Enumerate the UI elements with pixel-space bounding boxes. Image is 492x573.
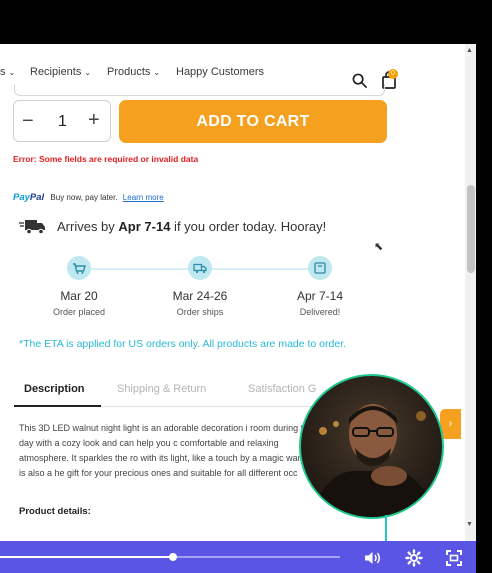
eta-note: *The ETA is applied for US orders only. … — [19, 338, 347, 350]
webcam-overlay — [299, 374, 444, 519]
truck-icon — [193, 263, 207, 274]
qty-value[interactable]: 1 — [58, 113, 67, 131]
progress-thumb[interactable] — [169, 553, 178, 561]
product-tabs: Description Shipping & Return Satisfacti… — [14, 383, 334, 407]
box-icon — [314, 262, 326, 274]
timeline-step-ships — [188, 256, 212, 280]
webcam-accent-line — [385, 515, 387, 541]
add-to-cart-button[interactable]: ADD TO CART — [119, 100, 387, 143]
previous-field-edge — [14, 84, 385, 96]
fullscreen-icon[interactable] — [444, 548, 464, 568]
arrival-estimate: Arrives by Apr 7-14 if you order today. … — [57, 219, 327, 234]
product-description: This 3D LED walnut night light is an ado… — [19, 423, 318, 478]
scroll-up-arrow-icon[interactable]: ▲ — [466, 47, 473, 54]
timeline-label: Delivered! — [299, 307, 341, 317]
nav-item-happy-customers[interactable]: Happy Customers — [176, 66, 264, 78]
qty-decrease-button[interactable]: − — [22, 110, 34, 133]
scrollbar-thumb[interactable] — [467, 185, 475, 273]
video-right-band — [476, 0, 492, 573]
nav-item-products[interactable]: Products ⌄ — [107, 66, 160, 78]
nav-item-recipients[interactable]: Recipients ⌄ — [30, 66, 91, 78]
page-scrollbar[interactable] — [465, 44, 476, 541]
settings-icon[interactable] — [404, 548, 424, 568]
chevron-icon: › — [448, 418, 453, 430]
mouse-cursor-icon: ⬉ — [374, 241, 384, 253]
timeline-date: Apr 7-14 — [296, 289, 344, 303]
tab-description[interactable]: Description — [24, 383, 85, 395]
progress-fill — [0, 556, 174, 558]
scroll-down-arrow-icon[interactable]: ▼ — [466, 521, 473, 528]
tab-satisfaction[interactable]: Satisfaction G — [248, 383, 316, 395]
delivery-truck-icon — [19, 220, 45, 235]
timeline-label: Order placed — [52, 307, 106, 317]
paypal-learn-more-link[interactable]: Learn more — [123, 193, 164, 202]
paypal-text: Buy now, pay later. — [50, 193, 118, 202]
qty-increase-button[interactable]: + — [88, 109, 100, 132]
error-message: Error: Some fields are required or inval… — [13, 154, 199, 164]
video-top-bar — [0, 0, 476, 44]
tab-shipping-return[interactable]: Shipping & Return — [117, 383, 206, 395]
timeline-step-delivered — [308, 256, 332, 280]
timeline-label: Order ships — [176, 307, 224, 317]
timeline-date: Mar 20 — [60, 289, 98, 303]
active-tab-indicator — [14, 405, 101, 407]
quantity-stepper: − 1 + — [13, 100, 111, 142]
paypal-logo: PayPal — [13, 192, 45, 203]
paypal-message: PayPal Buy now, pay later. Learn more — [13, 192, 164, 203]
presenter-silhouette — [312, 404, 435, 517]
video-player-controls — [0, 541, 476, 573]
volume-icon[interactable] — [362, 548, 382, 568]
cart-icon — [73, 263, 86, 274]
product-details-heading: Product details: — [19, 506, 91, 517]
cart-count-badge: 0 — [388, 69, 398, 79]
timeline-step-ordered — [67, 256, 91, 280]
arrival-dates: Apr 7-14 — [118, 219, 171, 234]
nav-item-partial[interactable]: s ⌄ — [0, 66, 15, 78]
timeline-date: Mar 24-26 — [172, 289, 228, 303]
